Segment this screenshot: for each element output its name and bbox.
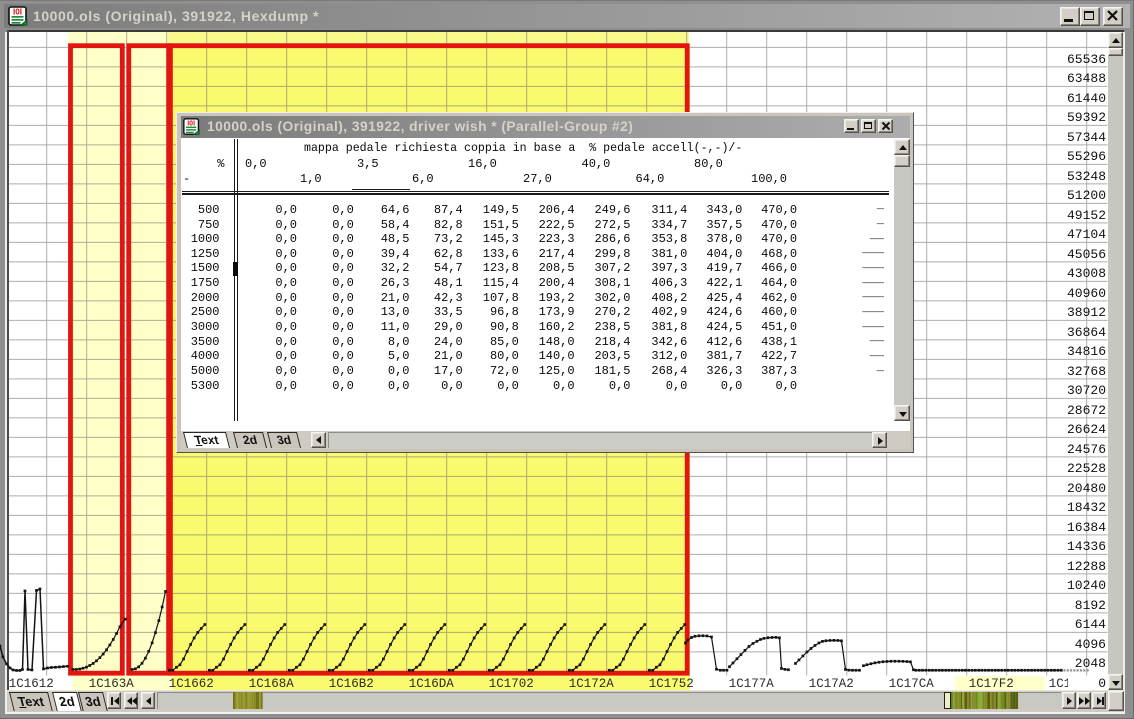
svg-text:I0I: I0I bbox=[187, 120, 195, 127]
